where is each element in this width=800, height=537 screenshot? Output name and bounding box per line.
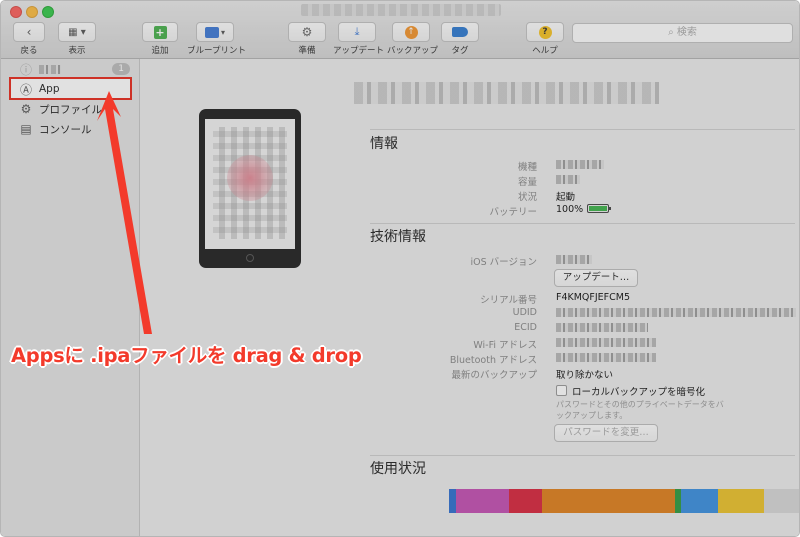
annotation-arrow [97,91,152,334]
apple-configurator-window: ‹ 戻る ▦ ▾ 表示 + 追加 ▾ ブループリント ⚙ 準備 ⤓ アップデート… [0,0,800,537]
annotation-text: Appsに .ipaファイルを drag & drop [11,344,362,367]
arrow-shape [97,91,152,334]
